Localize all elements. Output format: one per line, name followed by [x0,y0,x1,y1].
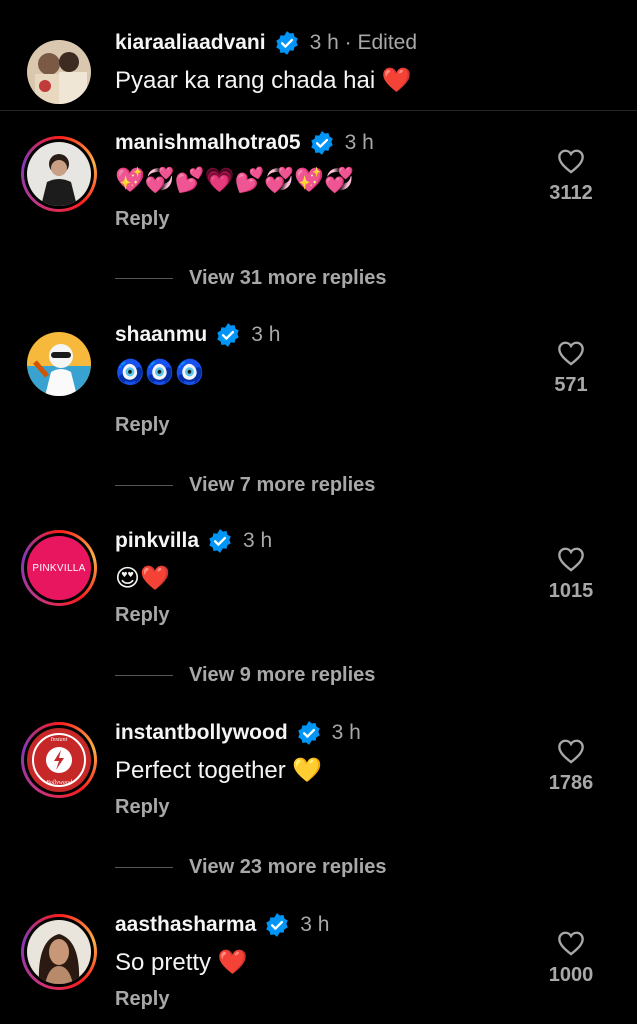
like-count: 571 [554,374,588,396]
view-replies-label: View 7 more replies [189,474,376,496]
like-button[interactable]: 1786 [541,738,601,795]
view-replies-button[interactable]: View 7 more replies [115,474,375,497]
like-button[interactable]: 1015 [541,546,601,603]
post-caption: kiaraaliaadvani 3 h · Edited Pyaar ka ra… [0,0,637,111]
verified-badge-icon [266,913,288,937]
avatar-aasthasharma[interactable] [21,914,97,990]
comment-text: 🧿🧿🧿 [115,358,205,386]
reply-button[interactable]: Reply [115,796,169,819]
view-replies-label: View 31 more replies [189,267,387,289]
avatar-shaanmu[interactable] [27,332,91,396]
reply-button[interactable]: Reply [115,414,169,437]
like-button[interactable]: 571 [541,340,601,397]
comment-time: 3 h [300,913,330,936]
verified-badge-icon [275,31,298,55]
heart-outline-icon [558,547,584,572]
comment-text: So pretty ❤️ [115,949,248,976]
like-count: 1000 [548,964,594,986]
divider-line [115,278,173,279]
comment-username[interactable]: aasthasharma [115,913,256,937]
pinkvilla-logo-text: PINKVILLA [32,562,86,574]
avatar-pinkvilla[interactable]: PINKVILLA [21,530,97,606]
comment-item: Instant Bollywood instantbollywood 3 h P… [0,700,637,890]
view-replies-button[interactable]: View 31 more replies [115,267,387,290]
avatar-kiaraaliaadvani[interactable] [27,40,91,104]
verified-badge-icon [217,323,239,347]
avatar-instantbollywood[interactable]: Instant Bollywood [21,722,97,798]
comment-item: PINKVILLA pinkvilla 3 h 😍❤️ Reply 1015 V… [0,508,637,698]
verified-badge-icon [209,529,231,553]
comment-time: 3 h [251,323,281,346]
caption-time: 3 h · Edited [309,31,418,54]
comment-item: aasthasharma 3 h So pretty ❤️ Reply 1000 [0,892,637,1024]
heart-outline-icon [558,739,584,764]
caption-text: Pyaar ka rang chada hai ❤️ [115,67,412,94]
view-replies-button[interactable]: View 9 more replies [115,664,375,687]
comment-username[interactable]: shaanmu [115,323,207,347]
comment-item: manishmalhotra05 3 h 💖💞💕💗💕💞💖💞 Reply 3112… [0,110,637,300]
svg-text:Instant: Instant [50,737,68,743]
verified-badge-icon [310,131,333,155]
divider-line [115,675,173,676]
svg-text:Bollywood: Bollywood [46,780,73,786]
avatar-manishmalhotra05[interactable] [21,136,97,212]
comment-username[interactable]: instantbollywood [115,721,288,745]
reply-button[interactable]: Reply [115,604,169,627]
heart-outline-icon [558,931,584,956]
reply-button[interactable]: Reply [115,208,169,231]
comment-text: Perfect together 💛 [115,757,323,784]
like-count: 3112 [549,182,593,204]
divider-line [115,867,173,868]
like-count: 1786 [548,772,594,794]
comment-text: 💖💞💕💗💕💞💖💞 [115,166,355,194]
comment-time: 3 h [331,721,361,744]
like-count: 1015 [548,580,594,602]
divider-line [115,485,173,486]
comment-username[interactable]: manishmalhotra05 [115,131,301,155]
view-replies-button[interactable]: View 23 more replies [115,856,387,879]
view-replies-label: View 9 more replies [189,664,376,686]
heart-outline-icon [558,149,584,174]
caption-username[interactable]: kiaraaliaadvani [115,31,266,55]
comment-time: 3 h [243,529,273,552]
reply-button[interactable]: Reply [115,988,169,1011]
like-button[interactable]: 1000 [541,930,601,987]
verified-badge-icon [297,721,320,745]
like-button[interactable]: 3112 [541,148,601,205]
comment-text: 😍❤️ [115,564,170,592]
comment-username[interactable]: pinkvilla [115,529,199,553]
comment-item: shaanmu 3 h 🧿🧿🧿 Reply 571 View 7 more re… [0,302,637,502]
view-replies-label: View 23 more replies [189,856,387,878]
heart-outline-icon [558,341,584,366]
comment-time: 3 h [344,131,374,154]
